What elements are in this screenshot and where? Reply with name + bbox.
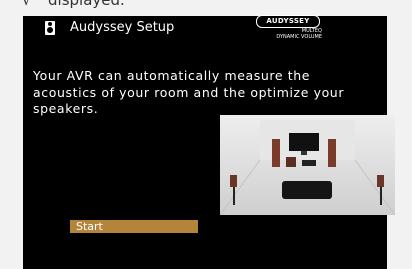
- page-title: Audyssey Setup: [70, 20, 175, 35]
- start-button[interactable]: Start: [70, 220, 198, 233]
- speaker-setup-image: [219, 115, 396, 216]
- front-right-speaker: [328, 139, 336, 167]
- room-illustration: [219, 115, 396, 216]
- subwoofer: [286, 157, 296, 167]
- front-left-speaker: [272, 139, 280, 167]
- microphone-icon: [45, 21, 55, 35]
- audyssey-logo: AUDYSSEY MULTEQ DYNAMIC VOLUME: [242, 15, 334, 45]
- sofa: [282, 181, 332, 199]
- check-mark: √: [22, 0, 32, 9]
- tv: [289, 133, 319, 151]
- surround-left-stand: [233, 187, 235, 205]
- logo-brand: AUDYSSEY: [256, 15, 320, 28]
- surround-left-speaker: [230, 175, 237, 187]
- logo-line2: DYNAMIC VOLUME: [276, 34, 322, 40]
- instruction-text: displayed.: [48, 0, 125, 9]
- description-text: Your AVR can automatically measure the a…: [33, 68, 345, 116]
- surround-right-stand: [380, 187, 382, 205]
- center-speaker: [302, 160, 316, 166]
- tv-stand: [301, 151, 307, 155]
- surround-right-speaker: [377, 175, 384, 187]
